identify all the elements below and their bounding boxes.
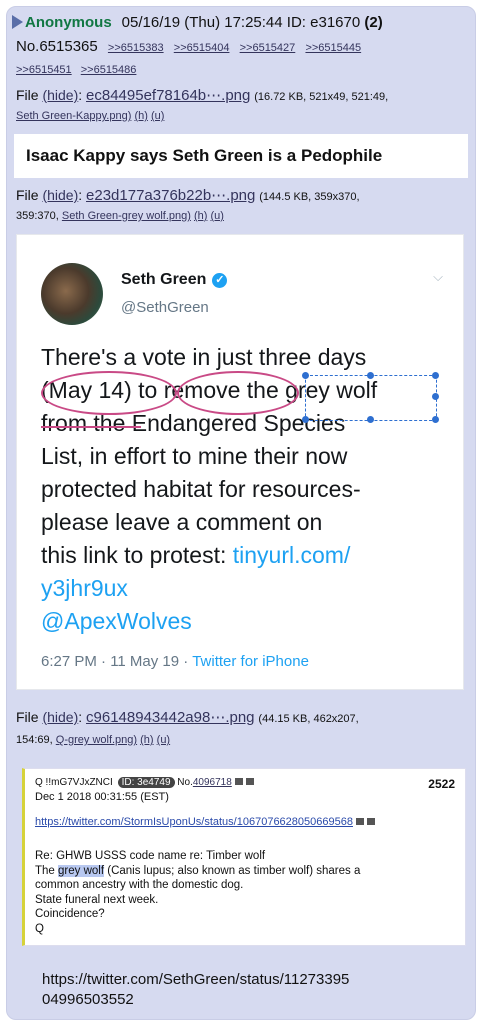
post-date: 05/16/19 (Thu) 17:25:44 bbox=[121, 14, 283, 31]
file-meta-2: 359:370, bbox=[16, 210, 59, 222]
file-meta: (44.15 KB, 462x207, bbox=[258, 713, 359, 725]
reply-links-row-2: >>6515451 >>6515486 bbox=[16, 64, 142, 76]
post-header: Anonymous 05/16/19 (Thu) 17:25:44 ID: e31… bbox=[12, 14, 472, 31]
chevron-down-icon: ⌵ bbox=[433, 269, 443, 284]
file-name-link[interactable]: e23d177a376b22b⋯.png bbox=[86, 187, 255, 204]
image-headline: Isaac Kappy says Seth Green is a Pedophi… bbox=[14, 134, 468, 178]
file2-subline: 359:370, Seth Green-grey wolf.png) (h) (… bbox=[16, 210, 224, 222]
tweet-client: Twitter for iPhone bbox=[192, 653, 309, 670]
avatar bbox=[41, 263, 103, 325]
hide-link[interactable]: (hide) bbox=[42, 87, 78, 103]
tweet-author-name: Seth Green ✓ bbox=[121, 271, 228, 289]
q-body: Re: GHWB USSS code name re: Timber wolf … bbox=[35, 849, 360, 936]
post-number-row: No.6515365 >>6515383 >>6515404 >>6515427… bbox=[16, 38, 361, 55]
u-link[interactable]: (u) bbox=[157, 734, 170, 746]
folder-icon bbox=[366, 818, 375, 825]
reply-link[interactable]: >>6515383 bbox=[108, 42, 164, 54]
tweet-handle: @SethGreen bbox=[121, 299, 209, 316]
selection-handle bbox=[367, 416, 374, 423]
footer-url[interactable]: https://twitter.com/SethGreen/status/112… bbox=[42, 970, 442, 1010]
verified-badge-icon: ✓ bbox=[212, 273, 228, 288]
selection-handle bbox=[302, 372, 309, 379]
q-body-line: Re: GHWB USSS code name re: Timber wolf bbox=[35, 850, 266, 862]
selection-handle bbox=[367, 372, 374, 379]
reply-link[interactable]: >>6515404 bbox=[174, 42, 230, 54]
orig-file-link[interactable]: Q-grey wolf.png) bbox=[56, 734, 137, 746]
folder-icon bbox=[245, 778, 254, 785]
q-url: https://twitter.com/StormIsUponUs/status… bbox=[35, 815, 455, 829]
file-meta-2: 154:69, bbox=[16, 734, 53, 746]
reply-link[interactable]: >>6515427 bbox=[240, 42, 296, 54]
q-drop-number: 2522 bbox=[428, 777, 455, 791]
q-post-image[interactable]: Q !!mG7VJxZNCI ID: 3e4749 No.4096718 252… bbox=[22, 768, 466, 946]
q-body-line: State funeral next week. bbox=[35, 893, 159, 906]
q-post-link: 4096718 bbox=[192, 777, 232, 788]
poster-id: ID: e31670 bbox=[286, 14, 361, 31]
h-link[interactable]: (h) bbox=[140, 734, 153, 746]
q-body-line: common ancestry with the domestic dog. bbox=[35, 879, 244, 891]
q-body-line: Q bbox=[35, 922, 44, 935]
hide-link[interactable]: (hide) bbox=[42, 709, 78, 725]
file1-line: File (hide): ec84495ef78164b⋯.png (16.72… bbox=[16, 87, 389, 104]
tweet-line: There's a vote in just three days bbox=[41, 344, 367, 370]
h-link[interactable]: (h) bbox=[194, 210, 207, 222]
tweet-link: y3jhr9ux bbox=[41, 575, 128, 601]
tweet-mention: @ApexWolves bbox=[41, 608, 192, 634]
annotation-strike bbox=[41, 426, 141, 428]
h-link[interactable]: (h) bbox=[134, 110, 147, 122]
file-meta: (144.5 KB, 359x370, bbox=[259, 191, 360, 203]
tweet-time: 6:27 PM · 11 May 19 · bbox=[41, 653, 193, 670]
q-date: Dec 1 2018 00:31:55 (EST) bbox=[35, 791, 169, 803]
tweet-footer: 6:27 PM · 11 May 19 · Twitter for iPhone bbox=[41, 653, 309, 670]
file-label: File bbox=[16, 87, 39, 103]
reply-link[interactable]: >>6515486 bbox=[81, 64, 137, 76]
orig-file-link[interactable]: Seth Green-Kappy.png) bbox=[16, 110, 131, 122]
external-link-icon bbox=[234, 778, 243, 785]
q-id-badge: ID: 3e4749 bbox=[117, 777, 175, 788]
external-link-icon bbox=[355, 818, 364, 825]
q-trip: Q !!mG7VJxZNCI bbox=[35, 777, 113, 788]
file-name-link[interactable]: ec84495ef78164b⋯.png bbox=[86, 87, 250, 104]
annotation-circle bbox=[41, 371, 177, 415]
file-name-link[interactable]: c96148943442a98⋯.png bbox=[86, 709, 255, 726]
selection-handle bbox=[302, 416, 309, 423]
hide-link[interactable]: (hide) bbox=[42, 187, 78, 203]
tweet-line: protected habitat for resources- bbox=[41, 476, 361, 502]
reply-link[interactable]: >>6515445 bbox=[305, 42, 361, 54]
q-highlight: grey wolf bbox=[58, 864, 105, 877]
annotation-circle bbox=[177, 371, 299, 415]
file3-subline: 154:69, Q-grey wolf.png) (h) (u) bbox=[16, 734, 170, 746]
u-link[interactable]: (u) bbox=[151, 110, 164, 122]
selection-handle bbox=[432, 416, 439, 423]
tweet-image[interactable]: Seth Green ✓ @SethGreen ⌵ There's a vote … bbox=[16, 234, 464, 690]
file3-line: File (hide): c96148943442a98⋯.png (44.15… bbox=[16, 709, 359, 726]
q-post-header: Q !!mG7VJxZNCI ID: 3e4749 No.4096718 bbox=[35, 777, 254, 788]
tweet-line: please leave a comment on bbox=[41, 509, 323, 535]
post-number[interactable]: No.6515365 bbox=[16, 38, 98, 55]
q-body-line: Coincidence? bbox=[35, 908, 105, 920]
q-body-line: The grey wolf (Canis lupus; also known a… bbox=[35, 864, 361, 877]
reply-count: (2) bbox=[364, 14, 383, 31]
file2-line: File (hide): e23d177a376b22b⋯.png (144.5… bbox=[16, 187, 360, 204]
orig-file-link[interactable]: Seth Green-grey wolf.png) bbox=[62, 210, 191, 222]
selection-handle bbox=[432, 393, 439, 400]
tweet-link: tinyurl.com/ bbox=[232, 542, 351, 568]
file1-subline: Seth Green-Kappy.png) (h) (u) bbox=[16, 110, 164, 122]
selection-handle bbox=[432, 372, 439, 379]
file-meta: (16.72 KB, 521x49, 521:49, bbox=[254, 91, 389, 103]
reply-link[interactable]: >>6515451 bbox=[16, 64, 72, 76]
selection-box bbox=[305, 375, 437, 421]
file-label: File bbox=[16, 709, 39, 725]
tweet-line: List, in effort to mine their now bbox=[41, 443, 348, 469]
q-no-label: No. bbox=[177, 777, 193, 788]
u-link[interactable]: (u) bbox=[210, 210, 223, 222]
expand-arrow-icon[interactable] bbox=[12, 15, 23, 29]
poster-name: Anonymous bbox=[25, 14, 112, 31]
file-label: File bbox=[16, 187, 39, 203]
tweet-line: this link to protest: bbox=[41, 542, 233, 568]
